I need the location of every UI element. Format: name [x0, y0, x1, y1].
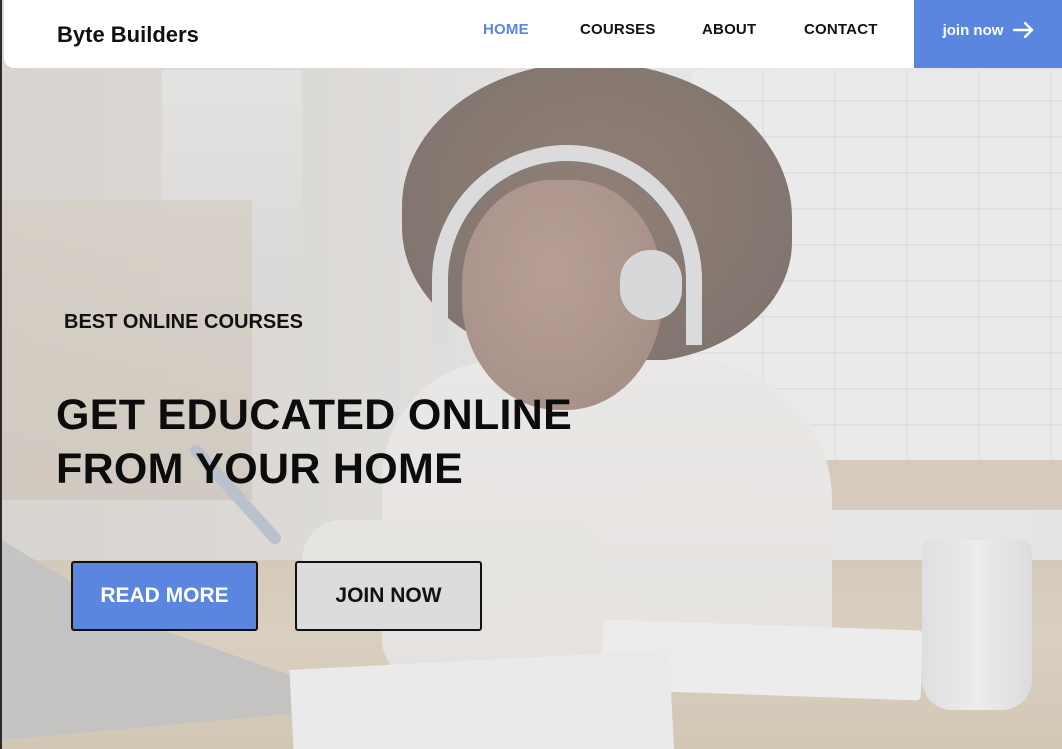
- hero-headline-line-2: FROM YOUR HOME: [56, 445, 464, 493]
- join-now-label: join now: [942, 21, 1004, 39]
- nav-item-contact[interactable]: CONTACT: [804, 21, 878, 38]
- join-now-header-button[interactable]: join now: [914, 0, 1062, 68]
- read-more-button[interactable]: READ MORE: [71, 561, 258, 631]
- arrow-right-icon: [1013, 21, 1035, 39]
- hero-tagline: BEST ONLINE COURSES: [64, 311, 303, 333]
- hero-headline: GET EDUCATED ONLINE FROM YOUR HOME: [56, 388, 572, 496]
- nav-item-about[interactable]: ABOUT: [702, 21, 756, 38]
- hero-headline-line-1: GET EDUCATED ONLINE: [56, 391, 573, 439]
- join-now-button[interactable]: JOIN NOW: [295, 561, 482, 631]
- site-header: Byte Builders HOME COURSES ABOUT CONTACT…: [4, 0, 1062, 68]
- page: Byte Builders HOME COURSES ABOUT CONTACT…: [0, 0, 1062, 749]
- brand-logo[interactable]: Byte Builders: [57, 22, 199, 48]
- nav-item-courses[interactable]: COURSES: [580, 21, 656, 38]
- nav-item-home[interactable]: HOME: [483, 21, 529, 38]
- hero-background-image: [2, 0, 1062, 749]
